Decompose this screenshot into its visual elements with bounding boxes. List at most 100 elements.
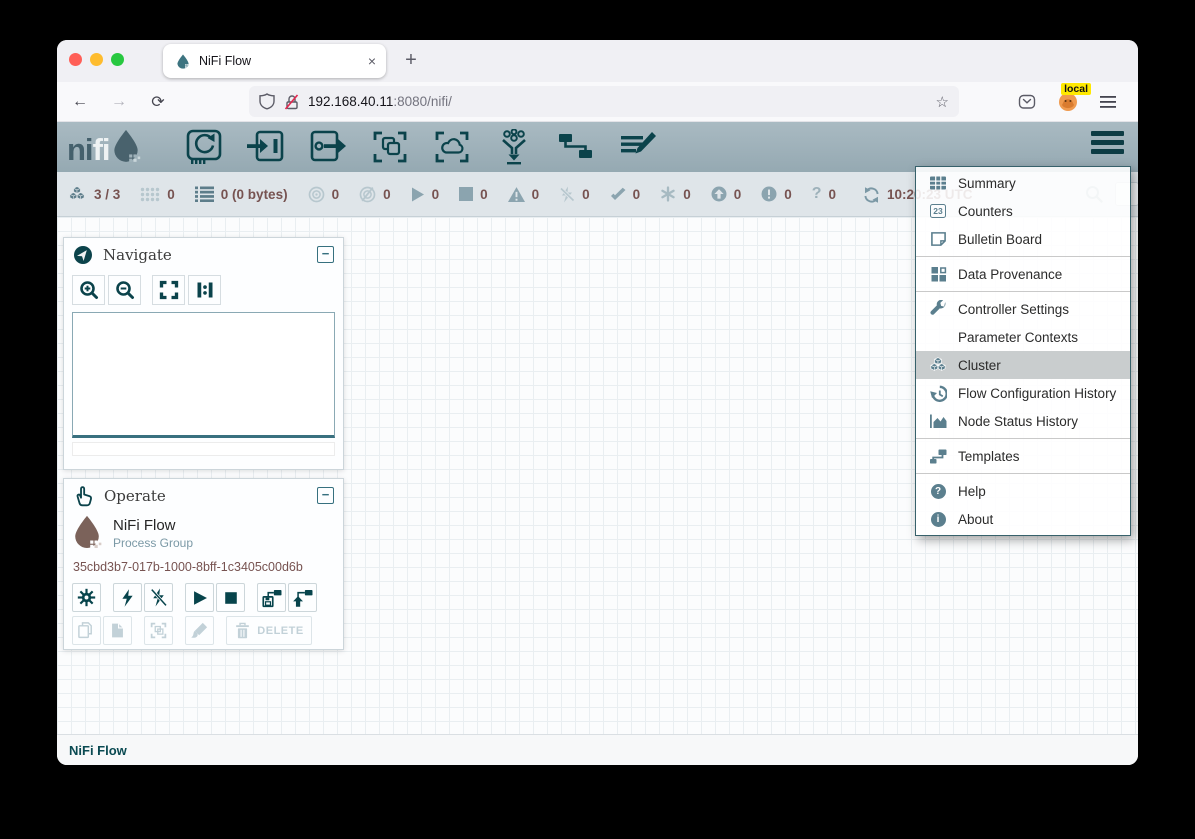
selection-type: Process Group [113,536,193,550]
window-controls [69,53,124,66]
menu-divider [916,473,1130,474]
navbar-right: local [1018,92,1138,112]
close-tab-icon[interactable]: × [368,53,376,69]
menu-item-parameter-contexts[interactable]: Parameter Contexts [916,323,1130,351]
operate-buttons-row-2: DELETE [72,616,335,645]
enable-button[interactable] [113,583,142,612]
modified-stale-count: 0 [784,187,792,202]
insecure-lock-icon[interactable] [284,94,299,110]
bookmark-star-icon[interactable]: ☆ [936,93,949,111]
template-icon[interactable] [557,129,595,165]
connected-nodes-count: 3 / 3 [94,187,120,202]
menu-item-controller-settings[interactable]: Controller Settings [916,295,1130,323]
history-icon [927,385,949,402]
menu-item-help[interactable]: ? Help [916,477,1130,505]
invalid-warning-icon [508,187,525,202]
menu-divider [916,438,1130,439]
breadcrumb-bar: NiFi Flow [57,734,1138,765]
status-up-to-date: 0 [610,187,641,202]
label-icon[interactable] [619,129,657,165]
threads-icon [140,187,160,202]
menu-item-flow-configuration-history[interactable]: Flow Configuration History [916,379,1130,407]
sync-failure-count: 0 [829,187,837,202]
not-transmitting-count: 0 [383,187,391,202]
url-bar[interactable]: 192.168.40.11:8080/nifi/ ☆ [249,86,959,117]
input-port-icon[interactable] [247,129,285,165]
stale-arrow-up-icon [711,186,727,202]
paste-button[interactable] [103,616,132,645]
birdseye-minimap[interactable] [72,312,335,438]
create-template-button[interactable] [257,583,286,612]
menu-item-data-provenance[interactable]: Data Provenance [916,260,1130,288]
forward-icon[interactable]: → [110,93,128,111]
url-host: 192.168.40.11 [308,94,393,109]
shield-icon[interactable] [259,93,275,110]
close-window-button[interactable] [69,53,82,66]
output-port-icon[interactable] [309,129,347,165]
zoom-out-button[interactable] [108,275,141,305]
configure-button[interactable] [72,583,101,612]
status-locally-modified-and-stale: 0 [761,186,792,202]
new-tab-button[interactable]: + [398,48,424,74]
browser-tab[interactable]: NiFi Flow × [163,44,386,78]
question-circle-icon: ? [927,484,949,499]
upload-template-button[interactable] [288,583,317,612]
profile-avatar[interactable] [1058,92,1078,112]
fill-color-button[interactable] [185,616,214,645]
up-to-date-count: 0 [633,187,641,202]
menu-divider [916,291,1130,292]
start-button[interactable] [185,583,214,612]
template-flow-icon [927,448,949,465]
collapse-operate-button[interactable]: − [317,487,334,504]
tab-bar: NiFi Flow × + [57,40,1138,82]
navigate-panel: Navigate − [63,237,344,470]
zoom-in-button[interactable] [72,275,105,305]
menu-item-bulletin-board[interactable]: Bulletin Board [916,225,1130,253]
collapse-navigate-button[interactable]: − [317,246,334,263]
status-transmitting: 0 [308,186,340,203]
browser-menu-icon[interactable] [1100,95,1116,109]
minimize-window-button[interactable] [90,53,103,66]
group-button[interactable] [144,616,173,645]
delete-button[interactable]: DELETE [226,616,312,645]
menu-item-templates[interactable]: Templates [916,442,1130,470]
status-not-transmitting: 0 [359,186,391,203]
cubes-icon [927,357,949,373]
maximize-window-button[interactable] [111,53,124,66]
global-menu-button[interactable] [1091,131,1124,158]
compass-icon [73,245,93,265]
menu-item-about[interactable]: i About [916,505,1130,533]
disable-button[interactable] [144,583,173,612]
status-stale: 0 [711,186,742,202]
info-circle-icon: i [927,512,949,527]
nifi-favicon [176,54,190,69]
stop-button[interactable] [216,583,245,612]
menu-item-node-status-history[interactable]: Node Status History [916,407,1130,435]
menu-item-cluster[interactable]: Cluster [916,351,1130,379]
menu-item-summary[interactable]: Summary [916,169,1130,197]
transmitting-icon [308,186,325,203]
process-group-icon[interactable] [371,129,409,165]
zoom-fit-button[interactable] [152,275,185,305]
zoom-actual-size-button[interactable] [188,275,221,305]
remote-process-group-icon[interactable] [433,129,471,165]
not-transmitting-icon [359,186,376,203]
area-chart-icon [927,413,949,429]
pocket-icon[interactable] [1018,94,1036,110]
processor-icon[interactable] [185,129,223,165]
status-invalid: 0 [508,187,540,202]
breadcrumb[interactable]: NiFi Flow [69,743,127,758]
copy-button[interactable] [72,616,101,645]
browser-navbar: ← → ⟳ 192.168.40.11:8080/nifi/ ☆ local [57,82,1138,122]
birdseye-brush[interactable] [72,442,335,456]
menu-item-counters[interactable]: 23 Counters [916,197,1130,225]
funnel-icon[interactable] [495,129,533,165]
reload-icon[interactable]: ⟳ [149,92,167,112]
back-icon[interactable]: ← [71,93,89,111]
counters-icon: 23 [927,204,949,218]
operate-selection: NiFi Flow Process Group [64,512,343,552]
selection-name: NiFi Flow [113,517,193,534]
nifi-toolbar: nifi [57,122,1138,172]
running-icon [411,187,425,202]
refresh-icon[interactable] [863,187,880,203]
